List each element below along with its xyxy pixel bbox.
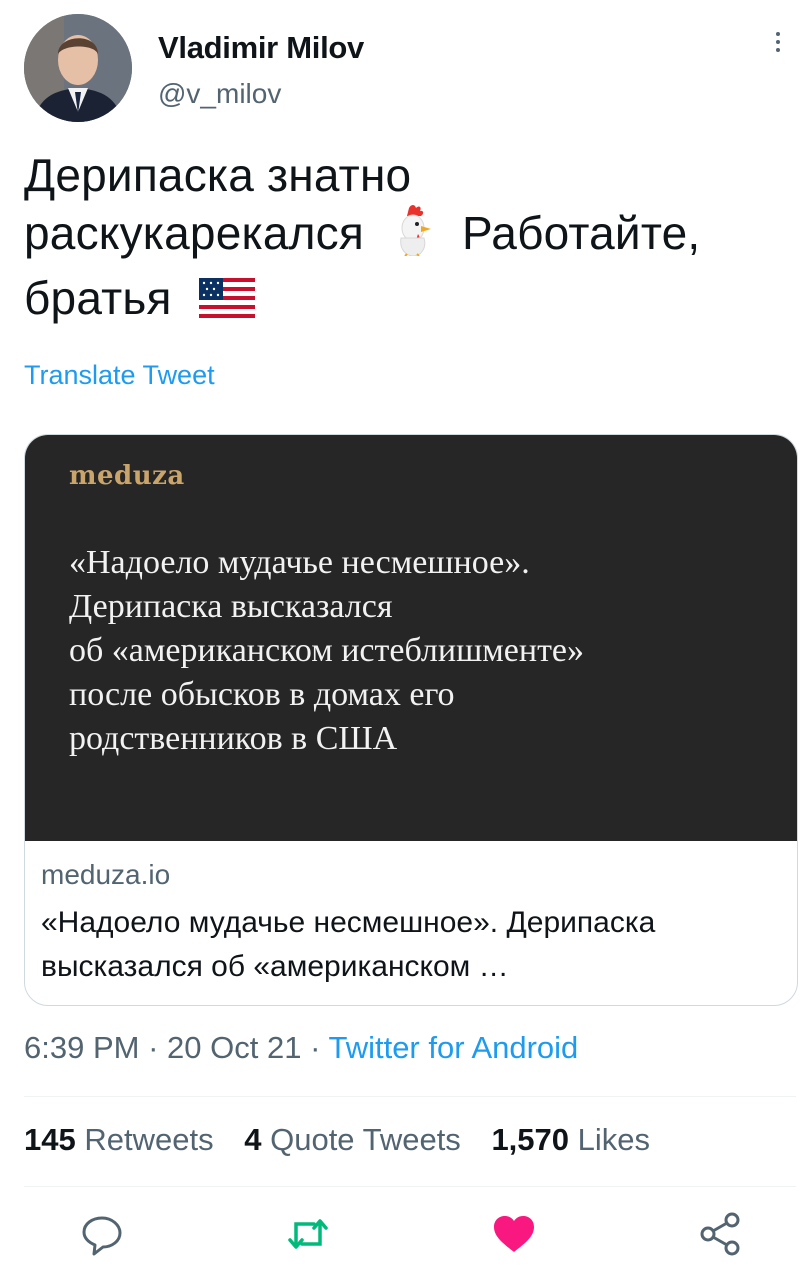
card-domain: meduza.io xyxy=(41,859,171,890)
quote-tweets-label: Quote Tweets xyxy=(270,1122,461,1157)
retweets-count: 145 xyxy=(24,1122,76,1157)
reply-icon[interactable] xyxy=(78,1210,126,1258)
likes-stat[interactable]: 1,570 Likes xyxy=(491,1122,650,1157)
meta-separator: · xyxy=(310,1030,321,1065)
us-flag-icon xyxy=(198,273,255,331)
likes-label: Likes xyxy=(577,1122,651,1157)
tweet-source-link[interactable]: Twitter for Android xyxy=(328,1030,578,1065)
card-image[interactable]: meduza «Надоело мудачье несмешное». Дери… xyxy=(25,435,797,841)
meta-separator: · xyxy=(148,1030,159,1065)
tweet-text: Дерипаска знатно раскукарекался Работайт… xyxy=(24,146,784,331)
more-options-icon[interactable] xyxy=(772,28,784,68)
share-icon[interactable] xyxy=(696,1210,744,1258)
retweets-stat[interactable]: 145 Retweets xyxy=(24,1122,214,1157)
translate-tweet-link[interactable]: Translate Tweet xyxy=(24,360,215,391)
tweet-text-line: Работайте, xyxy=(461,207,701,259)
author-name[interactable]: Vladimir Milov xyxy=(158,30,364,66)
tweet-text-line: братья xyxy=(24,272,172,325)
card-title: «Надоело мудачье несмешное». Дерипаска в… xyxy=(41,906,656,983)
tweet-header: Vladimir Milov @v_milov xyxy=(24,14,804,124)
tweet-text-line: Дерипаска знатно xyxy=(24,149,412,201)
tweet-stats: 145 Retweets 4 Quote Tweets 1,570 Likes xyxy=(24,1122,672,1158)
retweets-label: Retweets xyxy=(84,1122,214,1157)
link-preview-card[interactable]: meduza «Надоело мудачье несмешное». Дери… xyxy=(24,434,798,1006)
divider xyxy=(24,1186,796,1187)
retweet-icon[interactable] xyxy=(284,1210,332,1258)
tweet-meta: 6:39 PM · 20 Oct 21 · Twitter for Androi… xyxy=(24,1030,578,1066)
avatar[interactable] xyxy=(24,14,132,122)
quote-tweets-count: 4 xyxy=(244,1122,262,1157)
quote-tweets-stat[interactable]: 4 Quote Tweets xyxy=(244,1122,461,1157)
tweet-text-line: раскукарекался xyxy=(24,207,364,259)
likes-count: 1,570 xyxy=(491,1122,570,1157)
tweet-action-bar xyxy=(0,1204,804,1264)
meduza-logo: meduza xyxy=(69,461,185,491)
rooster-emoji-icon xyxy=(391,204,435,269)
tweet-date[interactable]: 20 Oct 21 xyxy=(167,1030,301,1065)
like-icon[interactable] xyxy=(490,1210,538,1258)
avatar-photo xyxy=(24,14,132,122)
divider xyxy=(24,1096,796,1097)
card-image-headline: «Надоело мудачье несмешное». Дерипаска в… xyxy=(69,544,585,757)
tweet-time[interactable]: 6:39 PM xyxy=(24,1030,139,1065)
author-handle[interactable]: @v_milov xyxy=(158,78,281,110)
